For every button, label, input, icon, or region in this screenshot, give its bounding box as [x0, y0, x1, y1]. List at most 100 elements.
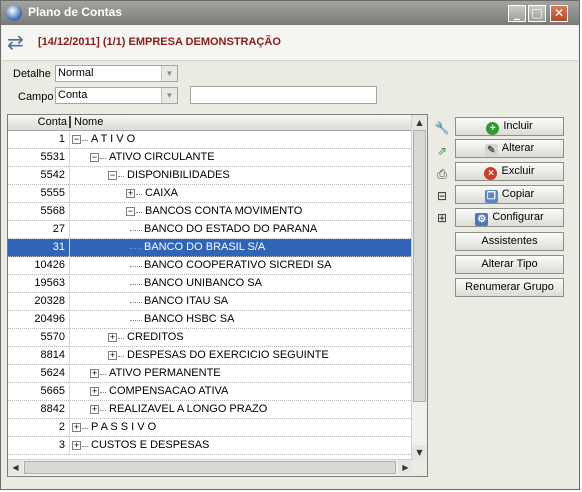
- table-row[interactable]: 8814 + DESPESAS DO EXERCICIO SEGUINTE: [8, 347, 413, 365]
- horizontal-scroll-thumb[interactable]: [24, 461, 396, 474]
- expand-icon[interactable]: +: [126, 189, 135, 198]
- account-name: REALIZAVEL A LONGO PRAZO: [109, 403, 268, 415]
- table-row[interactable]: 2 + P A S S I V O: [8, 419, 413, 437]
- scroll-up-icon[interactable]: ▲: [412, 115, 427, 130]
- account-code: 27: [52, 223, 65, 235]
- alterar-button[interactable]: ✎ Alterar: [455, 139, 564, 158]
- swap-arrows-icon[interactable]: ⇄: [7, 31, 31, 53]
- scroll-down-icon[interactable]: ▼: [412, 445, 427, 460]
- incluir-button[interactable]: + Incluir: [455, 117, 564, 136]
- account-name: CREDITOS: [127, 331, 184, 343]
- tree-connector: [130, 320, 142, 321]
- collapse-icon[interactable]: −: [108, 171, 117, 180]
- expand-icon[interactable]: +: [90, 405, 99, 414]
- column-divider: [69, 131, 70, 149]
- copiar-button[interactable]: ❐ Copiar: [455, 185, 564, 204]
- table-row[interactable]: 5624 + ATIVO PERMANENTE: [8, 365, 413, 383]
- column-divider: [69, 167, 70, 185]
- search-input[interactable]: [190, 86, 377, 104]
- tree-connector: [130, 302, 142, 303]
- horizontal-scrollbar[interactable]: ◀ ▶: [8, 459, 413, 476]
- account-name: ATIVO CIRCULANTE: [109, 151, 215, 163]
- table-row[interactable]: 20328 BANCO ITAU SA: [8, 293, 413, 311]
- maximize-button[interactable]: □: [528, 5, 546, 22]
- expand-icon[interactable]: +: [108, 351, 117, 360]
- collapse-icon[interactable]: −: [126, 207, 135, 216]
- vertical-scroll-thumb[interactable]: [413, 130, 426, 402]
- scroll-left-icon[interactable]: ◀: [8, 460, 23, 475]
- print-icon[interactable]: ⎙: [433, 165, 451, 183]
- table-row[interactable]: 5665 + COMPENSACAO ATIVA: [8, 383, 413, 401]
- configurar-button[interactable]: ⚙ Configurar: [455, 208, 564, 227]
- table-row[interactable]: 3 + CUSTOS E DESPESAS: [8, 437, 413, 455]
- column-divider: [69, 185, 70, 203]
- table-row[interactable]: 8842 + REALIZAVEL A LONGO PRAZO: [8, 401, 413, 419]
- collapse-icon[interactable]: −: [90, 153, 99, 162]
- table-row[interactable]: 5542 − DISPONIBILIDADES: [8, 167, 413, 185]
- column-divider: [69, 347, 70, 365]
- delete-icon: ×: [484, 167, 498, 180]
- alterar-tipo-button[interactable]: Alterar Tipo: [455, 255, 564, 274]
- account-code: 5570: [40, 331, 65, 343]
- detalhe-select[interactable]: Normal ▼: [55, 65, 178, 82]
- account-code: 5568: [40, 205, 65, 217]
- account-name: ATIVO PERMANENTE: [109, 367, 221, 379]
- table-row[interactable]: 31 BANCO DO BRASIL S/A: [8, 239, 413, 257]
- chevron-down-icon[interactable]: ▼: [161, 88, 177, 103]
- table-row[interactable]: 27 BANCO DO ESTADO DO PARANA: [8, 221, 413, 239]
- account-code: 8842: [40, 403, 65, 415]
- column-divider: [69, 329, 70, 347]
- expand-icon[interactable]: +: [90, 369, 99, 378]
- campo-select[interactable]: Conta ▼: [55, 87, 178, 104]
- expand-icon[interactable]: +: [108, 333, 117, 342]
- collapse-icon[interactable]: −: [72, 135, 81, 144]
- vertical-scrollbar[interactable]: ▲ ▼: [411, 115, 427, 460]
- plano-de-contas-window: Plano de Contas _ □ ✕ ⇄ [14/12/2011] (1/…: [0, 0, 580, 490]
- renumerar-grupo-button[interactable]: Renumerar Grupo: [455, 278, 564, 297]
- wrench-icon[interactable]: 🔧: [433, 119, 451, 137]
- collapse-tree-icon[interactable]: ⊟: [433, 187, 451, 205]
- account-code: 2: [58, 421, 65, 433]
- column-separator[interactable]: [69, 116, 71, 128]
- tree-connector: [82, 428, 88, 429]
- plus-icon: +: [486, 122, 500, 135]
- chevron-down-icon[interactable]: ▼: [161, 66, 177, 81]
- edit-icon: ✎: [484, 144, 498, 157]
- incluir-label: Incluir: [503, 120, 533, 132]
- account-name: BANCO DO ESTADO DO PARANA: [144, 223, 318, 235]
- minimize-button[interactable]: _: [508, 5, 526, 22]
- table-row[interactable]: 20496 BANCO HSBC SA: [8, 311, 413, 329]
- column-divider: [69, 239, 70, 257]
- table-row[interactable]: 5568 − BANCOS CONTA MOVIMENTO: [8, 203, 413, 221]
- account-name: BANCO HSBC SA: [144, 313, 235, 325]
- account-code: 20496: [34, 313, 65, 325]
- table-row[interactable]: 10426 BANCO COOPERATIVO SICREDI SA: [8, 257, 413, 275]
- assistentes-button[interactable]: Assistentes: [455, 232, 564, 251]
- column-divider: [69, 221, 70, 239]
- column-header-nome[interactable]: Nome: [74, 116, 103, 128]
- table-row[interactable]: 19563 BANCO UNIBANCO SA: [8, 275, 413, 293]
- export-icon[interactable]: ⇗: [433, 142, 451, 160]
- column-divider: [69, 275, 70, 293]
- tree-connector: [118, 356, 124, 357]
- close-button[interactable]: ✕: [550, 5, 568, 22]
- table-row[interactable]: 1− A T I V O: [8, 131, 413, 149]
- table-row[interactable]: 5531 − ATIVO CIRCULANTE: [8, 149, 413, 167]
- detalhe-label: Detalhe: [13, 68, 51, 80]
- account-code: 8814: [40, 349, 65, 361]
- account-name: BANCO COOPERATIVO SICREDI SA: [144, 259, 332, 271]
- scroll-right-icon[interactable]: ▶: [398, 460, 413, 475]
- excluir-button[interactable]: × Excluir: [455, 162, 564, 181]
- expand-icon[interactable]: +: [90, 387, 99, 396]
- column-divider: [69, 311, 70, 329]
- table-row[interactable]: 5555 + CAIXA: [8, 185, 413, 203]
- settings-icon: ⚙: [475, 213, 489, 226]
- column-header-conta[interactable]: Conta: [11, 116, 67, 128]
- expand-tree-icon[interactable]: ⊞: [433, 209, 451, 227]
- title-bar[interactable]: Plano de Contas _ □ ✕: [1, 1, 579, 25]
- accounts-tree-grid[interactable]: Conta Nome 1− A T I V O 5531− ATIVO CIRCULA…: [7, 114, 428, 477]
- expand-icon[interactable]: +: [72, 423, 81, 432]
- expand-icon[interactable]: +: [72, 441, 81, 450]
- table-row[interactable]: 5570 + CREDITOS: [8, 329, 413, 347]
- scroll-corner: [412, 460, 427, 476]
